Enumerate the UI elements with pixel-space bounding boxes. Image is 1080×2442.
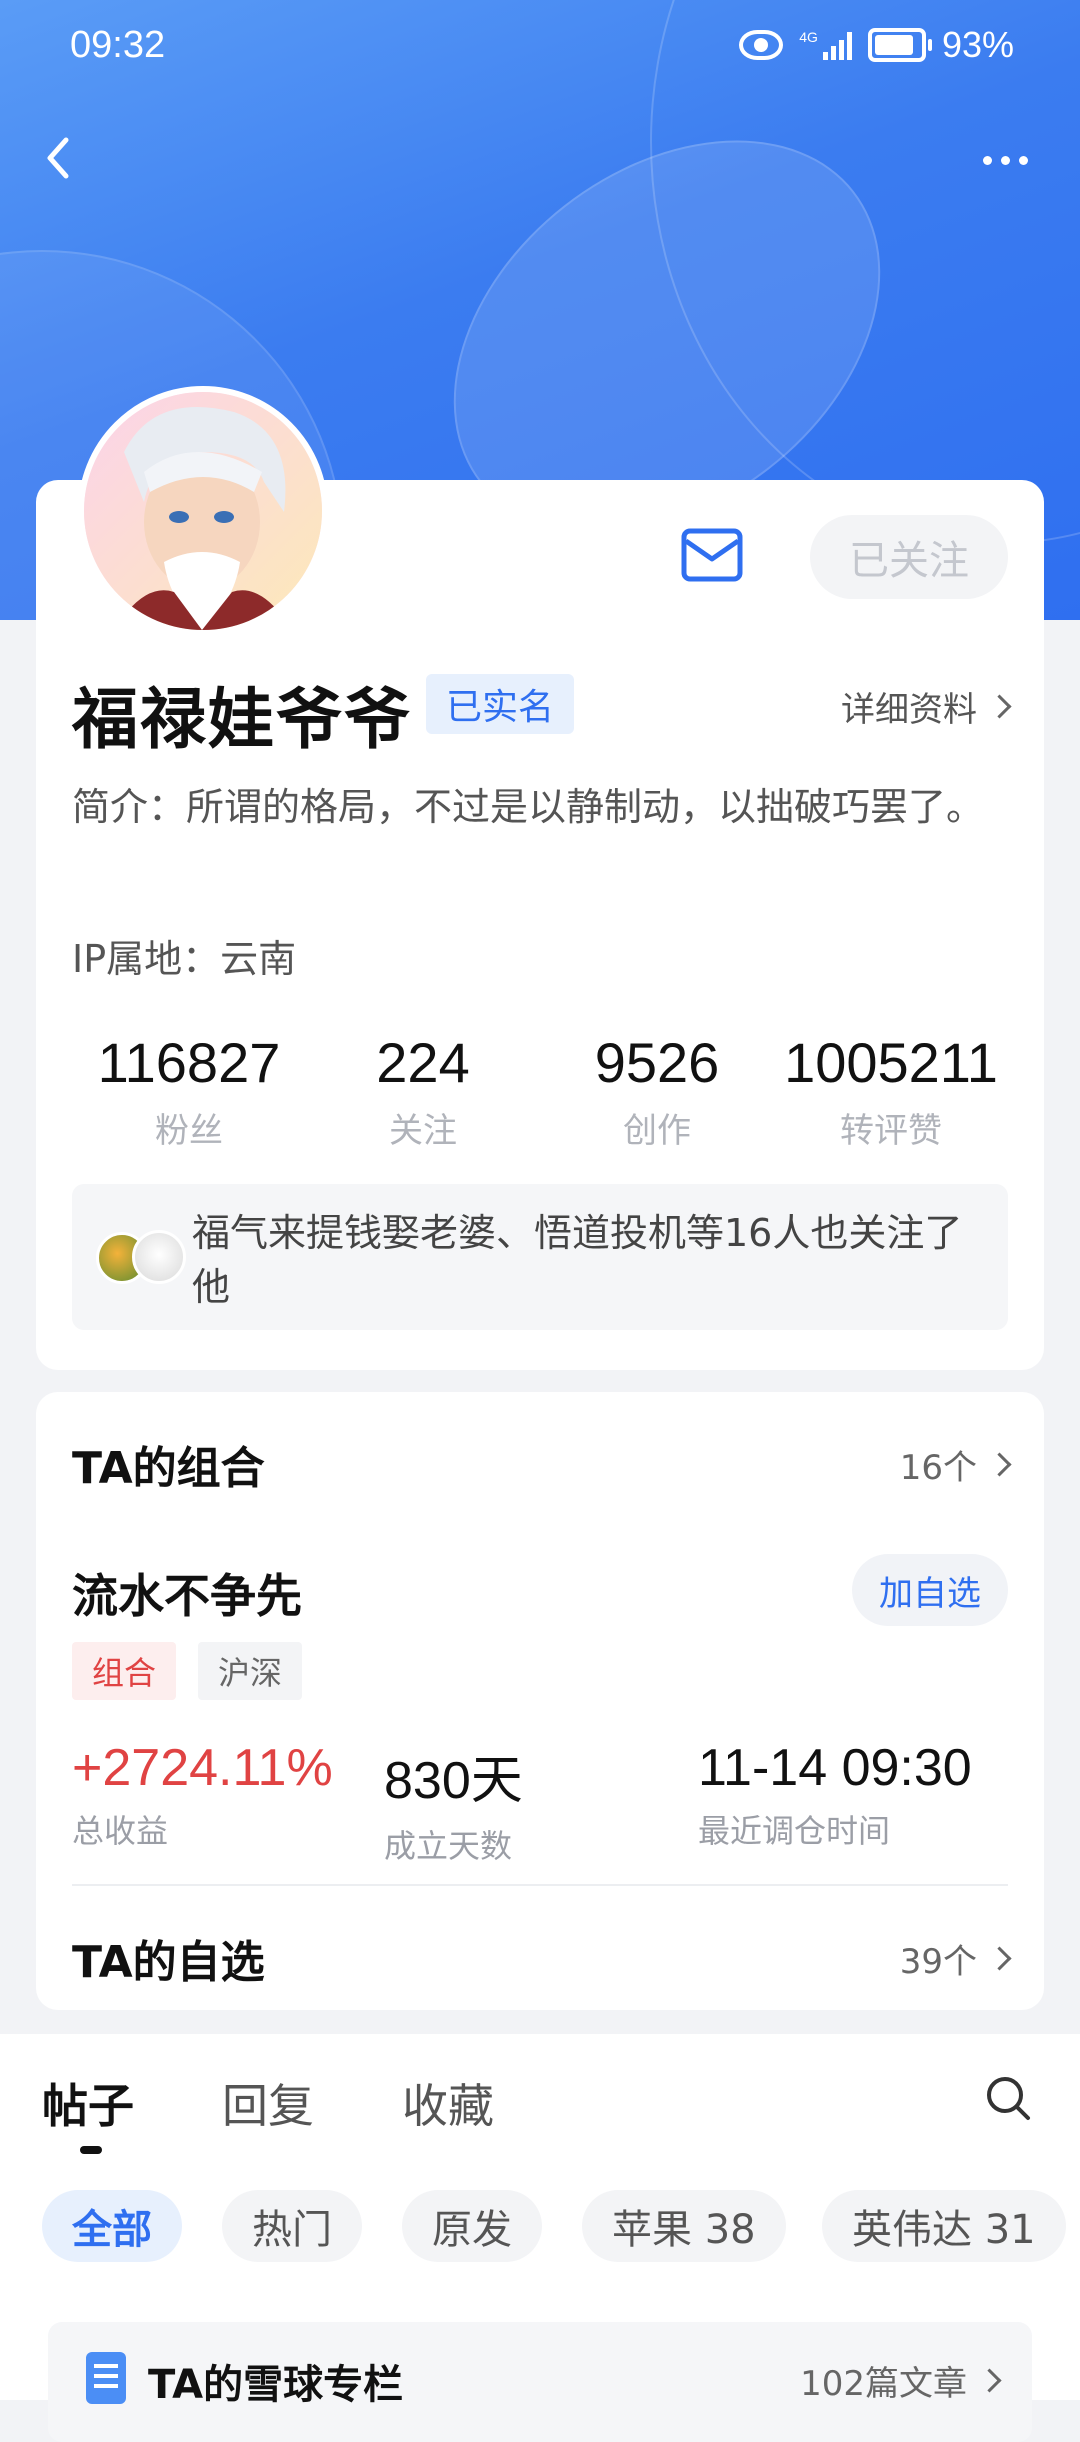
column-title: TA的雪球专栏 xyxy=(148,2362,404,2408)
battery-icon xyxy=(867,28,932,62)
stat-value: 9526 xyxy=(594,1031,720,1094)
portfolio-section-title: TA的组合 xyxy=(72,1443,265,1494)
filter-hot[interactable]: 热门 xyxy=(222,2190,362,2262)
stat-label: 粉丝 xyxy=(155,1111,223,1151)
stat-label: 创作 xyxy=(623,1111,691,1151)
stat-label: 转评赞 xyxy=(840,1111,942,1151)
metric-days: 830天 成立天数 xyxy=(384,1738,523,1867)
metric-value: 830天 xyxy=(384,1752,523,1810)
active-tab-indicator xyxy=(80,2146,102,2154)
chevron-left-icon xyxy=(47,137,69,179)
ip-location: IP属地：云南 xyxy=(72,937,297,981)
market-tag: 沪深 xyxy=(198,1642,303,1700)
metric-last-rebalance: 11-14 09:30 最近调仓时间 xyxy=(698,1738,972,1852)
followed-button[interactable]: 已关注 xyxy=(810,515,1008,599)
status-bar: 09:32 4G 93% xyxy=(0,0,1080,96)
search-icon xyxy=(987,2077,1030,2120)
stat-creations[interactable]: 9526 创作 xyxy=(540,1030,774,1152)
watchlist-more-link[interactable]: 39个 xyxy=(899,1934,1012,1983)
divider xyxy=(72,1884,1008,1886)
network-type: 4G xyxy=(799,29,818,45)
metric-label: 最近调仓时间 xyxy=(698,1812,891,1850)
more-button[interactable] xyxy=(970,140,1040,180)
metric-value: 11-14 09:30 xyxy=(698,1739,972,1797)
filter-all[interactable]: 全部 xyxy=(42,2190,182,2262)
metric-label: 总收益 xyxy=(72,1812,169,1850)
watchlist-section-title: TA的自选 xyxy=(72,1937,265,1988)
watchlist-count: 39个 xyxy=(899,1942,977,1982)
stat-value: 1005211 xyxy=(784,1031,998,1094)
stats-row: 116827 粉丝 224 关注 9526 创作 1005211 转评赞 xyxy=(72,1030,1008,1152)
column-count-link: 102篇文章 xyxy=(800,2356,1002,2405)
detail-link[interactable]: 详细资料 xyxy=(841,682,1012,731)
stat-fans[interactable]: 116827 粉丝 xyxy=(72,1030,306,1152)
eye-icon xyxy=(739,30,784,60)
document-icon xyxy=(86,2352,126,2404)
stat-label: 关注 xyxy=(389,1111,457,1151)
stat-value: 224 xyxy=(376,1031,470,1094)
user-name: 福禄娃爷爷 xyxy=(72,681,412,758)
avatar[interactable] xyxy=(78,386,328,636)
chevron-right-icon xyxy=(977,2368,1002,2393)
filter-apple[interactable]: 苹果 38 xyxy=(582,2190,786,2262)
chevron-right-icon xyxy=(987,1452,1012,1477)
mail-icon xyxy=(681,528,743,582)
tab-favorites[interactable]: 收藏 xyxy=(402,2070,494,2136)
tab-posts[interactable]: 帖子 xyxy=(42,2070,134,2136)
portfolio-count: 16个 xyxy=(899,1448,977,1488)
status-icons: 4G 93% xyxy=(739,24,1014,66)
portfolio-tag: 组合 xyxy=(72,1642,177,1700)
stat-value: 116827 xyxy=(97,1031,281,1094)
battery-level: 93% xyxy=(941,24,1014,65)
column-entry[interactable]: TA的雪球专栏 102篇文章 xyxy=(48,2322,1032,2442)
back-button[interactable] xyxy=(30,128,90,188)
portfolio-more-link[interactable]: 16个 xyxy=(899,1440,1012,1489)
chevron-right-icon xyxy=(987,694,1012,719)
tab-replies[interactable]: 回复 xyxy=(222,2070,314,2136)
bio: 简介：所谓的格局，不过是以静制动，以拙破巧罢了。 xyxy=(72,785,985,829)
search-button[interactable] xyxy=(984,2074,1034,2124)
stat-following[interactable]: 224 关注 xyxy=(306,1030,540,1152)
detail-link-label: 详细资料 xyxy=(841,690,977,730)
mutual-follow-text: 福气来提钱娶老婆、悟道投机等16人也关注了他 xyxy=(192,1211,963,1309)
metric-total-return: +2724.11% 总收益 xyxy=(72,1738,333,1852)
mutual-avatar xyxy=(132,1230,186,1284)
column-count: 102篇文章 xyxy=(800,2364,967,2404)
filter-nvidia[interactable]: 英伟达 31 xyxy=(822,2190,1066,2262)
signal-icon: 4G xyxy=(799,30,852,60)
verified-badge: 已实名 xyxy=(426,674,575,734)
status-time: 09:32 xyxy=(70,24,166,66)
chevron-right-icon xyxy=(987,1946,1012,1971)
metric-value: +2724.11% xyxy=(72,1739,333,1797)
filter-original[interactable]: 原发 xyxy=(402,2190,542,2262)
metric-label: 成立天数 xyxy=(384,1827,513,1865)
message-button[interactable] xyxy=(680,527,744,583)
portfolio-name[interactable]: 流水不争先 xyxy=(72,1560,302,1626)
mutual-follow-box[interactable]: 福气来提钱娶老婆、悟道投机等16人也关注了他 xyxy=(72,1184,1008,1330)
stat-interactions[interactable]: 1005211 转评赞 xyxy=(774,1030,1008,1152)
avatar-image xyxy=(84,392,322,630)
add-to-watchlist-button[interactable]: 加自选 xyxy=(852,1554,1008,1626)
